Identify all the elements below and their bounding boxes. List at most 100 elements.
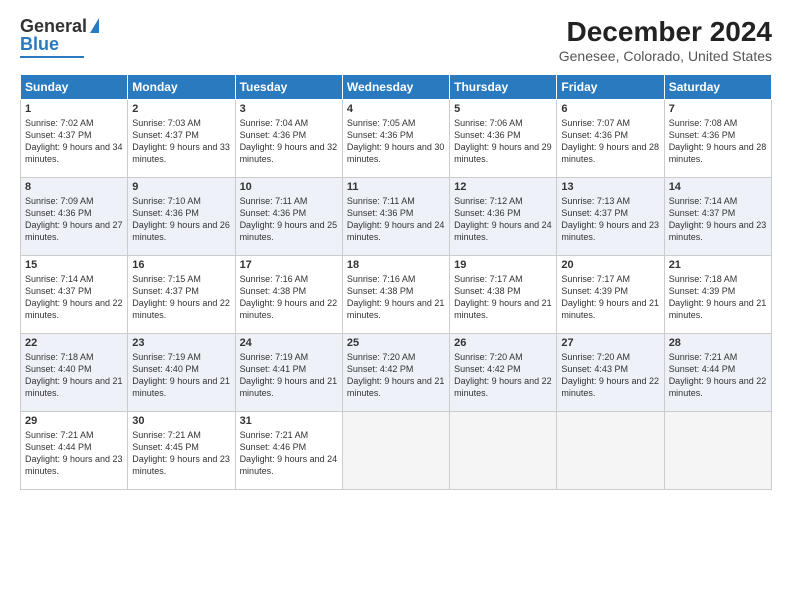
cell-info: Sunrise: 7:20 AMSunset: 4:42 PMDaylight:… xyxy=(454,352,552,398)
day-number: 6 xyxy=(561,103,659,115)
table-row: 5 Sunrise: 7:06 AMSunset: 4:36 PMDayligh… xyxy=(450,100,557,178)
day-number: 10 xyxy=(240,181,338,193)
day-number: 7 xyxy=(669,103,767,115)
cell-info: Sunrise: 7:02 AMSunset: 4:37 PMDaylight:… xyxy=(25,118,123,164)
cell-info: Sunrise: 7:10 AMSunset: 4:36 PMDaylight:… xyxy=(132,196,230,242)
day-number: 1 xyxy=(25,103,123,115)
table-row: 27 Sunrise: 7:20 AMSunset: 4:43 PMDaylig… xyxy=(557,334,664,412)
table-row xyxy=(342,412,449,490)
table-row: 14 Sunrise: 7:14 AMSunset: 4:37 PMDaylig… xyxy=(664,178,771,256)
cell-info: Sunrise: 7:05 AMSunset: 4:36 PMDaylight:… xyxy=(347,118,445,164)
col-wednesday: Wednesday xyxy=(342,75,449,100)
cell-info: Sunrise: 7:14 AMSunset: 4:37 PMDaylight:… xyxy=(669,196,767,242)
table-row: 10 Sunrise: 7:11 AMSunset: 4:36 PMDaylig… xyxy=(235,178,342,256)
day-number: 17 xyxy=(240,259,338,271)
day-number: 15 xyxy=(25,259,123,271)
day-number: 16 xyxy=(132,259,230,271)
table-row: 21 Sunrise: 7:18 AMSunset: 4:39 PMDaylig… xyxy=(664,256,771,334)
cell-info: Sunrise: 7:17 AMSunset: 4:39 PMDaylight:… xyxy=(561,274,659,320)
cell-info: Sunrise: 7:16 AMSunset: 4:38 PMDaylight:… xyxy=(240,274,338,320)
cell-info: Sunrise: 7:14 AMSunset: 4:37 PMDaylight:… xyxy=(25,274,123,320)
cell-info: Sunrise: 7:06 AMSunset: 4:36 PMDaylight:… xyxy=(454,118,552,164)
day-number: 2 xyxy=(132,103,230,115)
cell-info: Sunrise: 7:17 AMSunset: 4:38 PMDaylight:… xyxy=(454,274,552,320)
table-row: 31 Sunrise: 7:21 AMSunset: 4:46 PMDaylig… xyxy=(235,412,342,490)
table-row: 25 Sunrise: 7:20 AMSunset: 4:42 PMDaylig… xyxy=(342,334,449,412)
day-number: 12 xyxy=(454,181,552,193)
day-number: 24 xyxy=(240,337,338,349)
cell-info: Sunrise: 7:21 AMSunset: 4:45 PMDaylight:… xyxy=(132,430,230,476)
table-row: 24 Sunrise: 7:19 AMSunset: 4:41 PMDaylig… xyxy=(235,334,342,412)
day-number: 3 xyxy=(240,103,338,115)
day-number: 11 xyxy=(347,181,445,193)
day-number: 18 xyxy=(347,259,445,271)
table-row: 6 Sunrise: 7:07 AMSunset: 4:36 PMDayligh… xyxy=(557,100,664,178)
col-friday: Friday xyxy=(557,75,664,100)
cell-info: Sunrise: 7:11 AMSunset: 4:36 PMDaylight:… xyxy=(240,196,338,242)
cell-info: Sunrise: 7:03 AMSunset: 4:37 PMDaylight:… xyxy=(132,118,230,164)
day-number: 26 xyxy=(454,337,552,349)
cell-info: Sunrise: 7:19 AMSunset: 4:40 PMDaylight:… xyxy=(132,352,230,398)
table-row xyxy=(557,412,664,490)
day-number: 19 xyxy=(454,259,552,271)
cell-info: Sunrise: 7:12 AMSunset: 4:36 PMDaylight:… xyxy=(454,196,552,242)
col-monday: Monday xyxy=(128,75,235,100)
table-row: 1 Sunrise: 7:02 AMSunset: 4:37 PMDayligh… xyxy=(21,100,128,178)
logo-triangle-icon xyxy=(90,18,99,33)
table-row: 18 Sunrise: 7:16 AMSunset: 4:38 PMDaylig… xyxy=(342,256,449,334)
cell-info: Sunrise: 7:18 AMSunset: 4:40 PMDaylight:… xyxy=(25,352,123,398)
day-number: 21 xyxy=(669,259,767,271)
logo-blue: Blue xyxy=(20,34,59,55)
calendar-subtitle: Genesee, Colorado, United States xyxy=(559,48,772,64)
table-row: 3 Sunrise: 7:04 AMSunset: 4:36 PMDayligh… xyxy=(235,100,342,178)
day-number: 20 xyxy=(561,259,659,271)
calendar-title: December 2024 xyxy=(559,16,772,48)
calendar-table: Sunday Monday Tuesday Wednesday Thursday… xyxy=(20,74,772,490)
cell-info: Sunrise: 7:21 AMSunset: 4:46 PMDaylight:… xyxy=(240,430,338,476)
table-row xyxy=(664,412,771,490)
logo: General Blue xyxy=(20,16,99,58)
table-row: 26 Sunrise: 7:20 AMSunset: 4:42 PMDaylig… xyxy=(450,334,557,412)
day-number: 4 xyxy=(347,103,445,115)
day-number: 28 xyxy=(669,337,767,349)
cell-info: Sunrise: 7:20 AMSunset: 4:43 PMDaylight:… xyxy=(561,352,659,398)
table-row: 30 Sunrise: 7:21 AMSunset: 4:45 PMDaylig… xyxy=(128,412,235,490)
cell-info: Sunrise: 7:13 AMSunset: 4:37 PMDaylight:… xyxy=(561,196,659,242)
table-row: 20 Sunrise: 7:17 AMSunset: 4:39 PMDaylig… xyxy=(557,256,664,334)
day-number: 5 xyxy=(454,103,552,115)
cell-info: Sunrise: 7:04 AMSunset: 4:36 PMDaylight:… xyxy=(240,118,338,164)
day-number: 9 xyxy=(132,181,230,193)
col-saturday: Saturday xyxy=(664,75,771,100)
page: General Blue December 2024 Genesee, Colo… xyxy=(0,0,792,612)
day-number: 27 xyxy=(561,337,659,349)
table-row: 16 Sunrise: 7:15 AMSunset: 4:37 PMDaylig… xyxy=(128,256,235,334)
table-row: 19 Sunrise: 7:17 AMSunset: 4:38 PMDaylig… xyxy=(450,256,557,334)
table-row: 13 Sunrise: 7:13 AMSunset: 4:37 PMDaylig… xyxy=(557,178,664,256)
table-row: 28 Sunrise: 7:21 AMSunset: 4:44 PMDaylig… xyxy=(664,334,771,412)
day-number: 14 xyxy=(669,181,767,193)
calendar-week-5: 29 Sunrise: 7:21 AMSunset: 4:44 PMDaylig… xyxy=(21,412,772,490)
cell-info: Sunrise: 7:15 AMSunset: 4:37 PMDaylight:… xyxy=(132,274,230,320)
col-tuesday: Tuesday xyxy=(235,75,342,100)
calendar-week-3: 15 Sunrise: 7:14 AMSunset: 4:37 PMDaylig… xyxy=(21,256,772,334)
table-row: 17 Sunrise: 7:16 AMSunset: 4:38 PMDaylig… xyxy=(235,256,342,334)
day-number: 8 xyxy=(25,181,123,193)
table-row xyxy=(450,412,557,490)
table-row: 7 Sunrise: 7:08 AMSunset: 4:36 PMDayligh… xyxy=(664,100,771,178)
cell-info: Sunrise: 7:20 AMSunset: 4:42 PMDaylight:… xyxy=(347,352,445,398)
cell-info: Sunrise: 7:16 AMSunset: 4:38 PMDaylight:… xyxy=(347,274,445,320)
calendar-header-row: Sunday Monday Tuesday Wednesday Thursday… xyxy=(21,75,772,100)
calendar-week-2: 8 Sunrise: 7:09 AMSunset: 4:36 PMDayligh… xyxy=(21,178,772,256)
cell-info: Sunrise: 7:19 AMSunset: 4:41 PMDaylight:… xyxy=(240,352,338,398)
day-number: 31 xyxy=(240,415,338,427)
day-number: 30 xyxy=(132,415,230,427)
cell-info: Sunrise: 7:07 AMSunset: 4:36 PMDaylight:… xyxy=(561,118,659,164)
day-number: 29 xyxy=(25,415,123,427)
col-thursday: Thursday xyxy=(450,75,557,100)
table-row: 4 Sunrise: 7:05 AMSunset: 4:36 PMDayligh… xyxy=(342,100,449,178)
col-sunday: Sunday xyxy=(21,75,128,100)
cell-info: Sunrise: 7:21 AMSunset: 4:44 PMDaylight:… xyxy=(669,352,767,398)
logo-underline xyxy=(20,56,84,58)
calendar-week-4: 22 Sunrise: 7:18 AMSunset: 4:40 PMDaylig… xyxy=(21,334,772,412)
calendar-week-1: 1 Sunrise: 7:02 AMSunset: 4:37 PMDayligh… xyxy=(21,100,772,178)
